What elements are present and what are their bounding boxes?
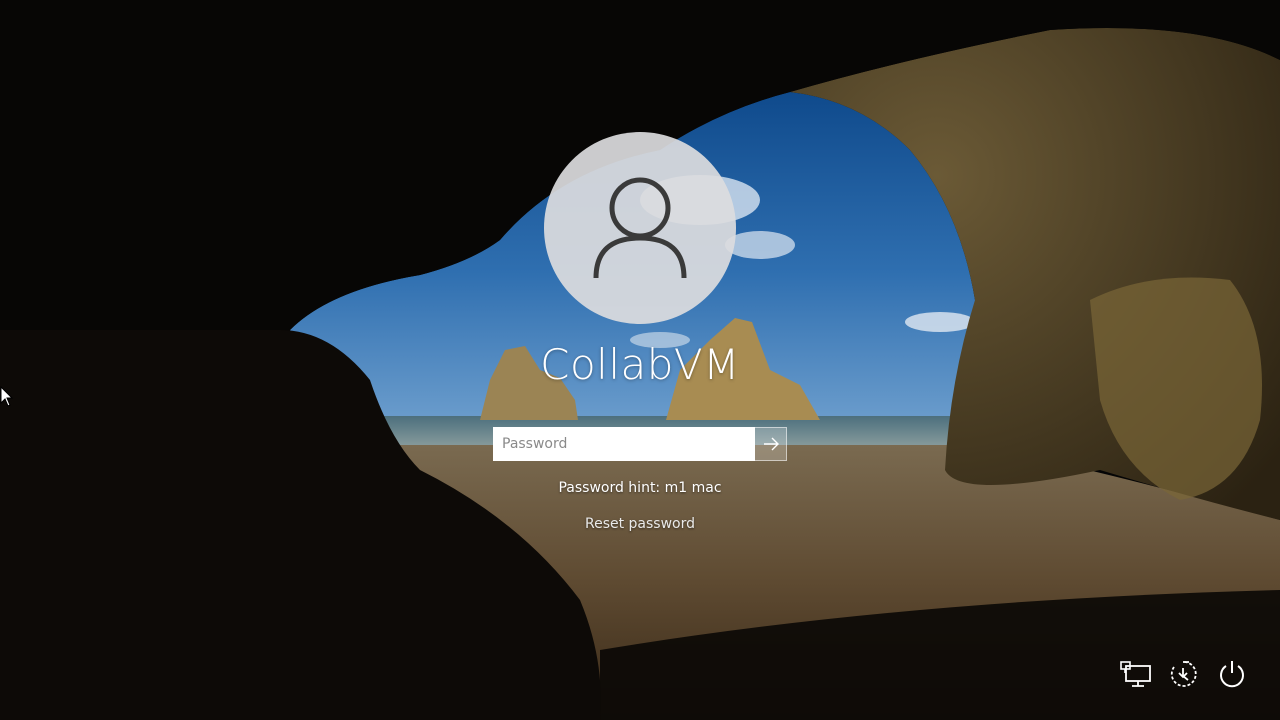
reset-password-link[interactable]: Reset password: [585, 516, 695, 532]
user-icon: [593, 177, 687, 279]
submit-password-button[interactable]: [755, 427, 787, 461]
mouse-cursor-icon: [0, 386, 14, 407]
network-button[interactable]: [1118, 656, 1154, 692]
reset-password-row: Reset password: [0, 516, 1280, 532]
password-box: [493, 427, 787, 461]
lock-screen: CollabVM Password hint: m1 mac Reset pas…: [0, 0, 1280, 720]
user-name: CollabVM: [540, 340, 740, 389]
arrow-right-icon: [763, 437, 779, 451]
power-button[interactable]: [1214, 656, 1250, 692]
network-icon: [1120, 661, 1151, 687]
password-input[interactable]: [493, 427, 755, 461]
password-hint: Password hint: m1 mac: [558, 480, 722, 496]
ease-of-access-icon: [1170, 661, 1197, 687]
user-avatar: [544, 132, 736, 324]
power-icon: [1220, 661, 1244, 688]
ease-of-access-button[interactable]: [1165, 656, 1201, 692]
